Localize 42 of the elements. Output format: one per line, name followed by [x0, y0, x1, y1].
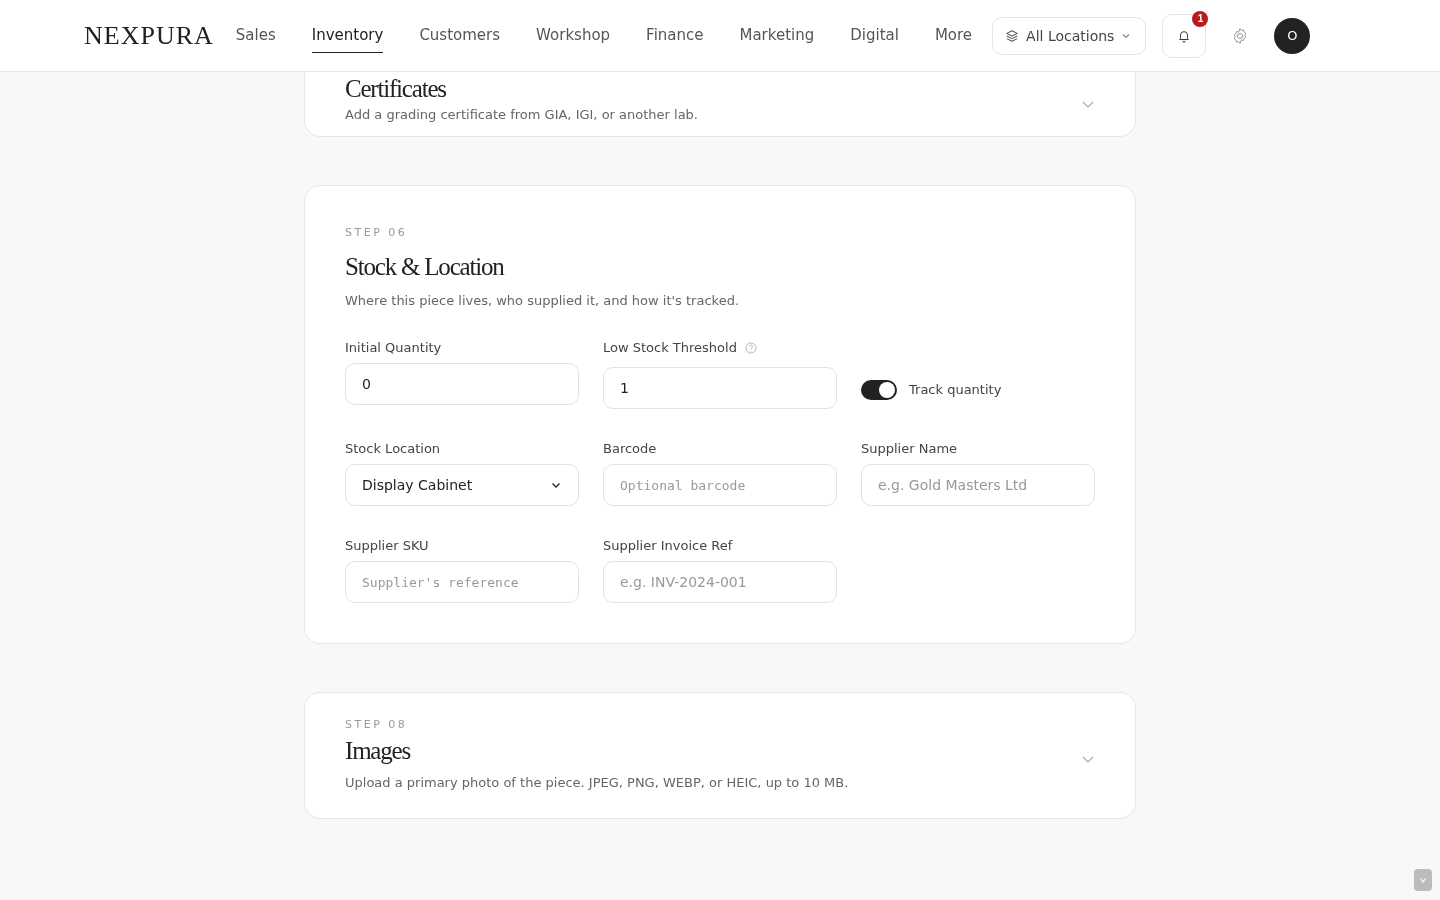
toggle-label: Track quantity — [909, 382, 1002, 397]
nav-tab[interactable]: Marketing — [739, 18, 815, 53]
nav-tab[interactable]: More — [934, 18, 973, 53]
field-label: Low Stock Threshold — [603, 340, 737, 355]
section-description: Add a grading certificate from GIA, IGI, or another lab. — [345, 107, 698, 122]
layers-icon — [1005, 28, 1020, 43]
field-label: Supplier Name — [861, 441, 958, 456]
location-select[interactable]: All Locations — [992, 16, 1147, 55]
input-field[interactable]: Supplier's reference — [345, 561, 579, 603]
field-label: Supplier SKU — [345, 538, 429, 553]
notification-badge: 1 — [1192, 10, 1209, 27]
nav-tab[interactable]: Sales — [235, 18, 276, 53]
nav-tab[interactable]: Customers — [419, 18, 501, 53]
notifications-button[interactable]: 1 — [1162, 13, 1207, 58]
logo[interactable]: NEXPURA — [84, 20, 214, 51]
input-field[interactable]: Optional barcode — [603, 464, 837, 506]
section-title: Images — [345, 737, 412, 765]
scroll-down-button[interactable] — [1414, 869, 1432, 891]
input-field[interactable]: e.g. Gold Masters Ltd — [861, 464, 1095, 506]
input-field[interactable]: 1 — [603, 367, 837, 409]
location-select-field[interactable]: Display Cabinet — [345, 464, 579, 506]
field-label: Supplier Invoice Ref — [603, 538, 733, 553]
bell-icon — [1177, 28, 1192, 43]
section-description: Upload a primary photo of the piece. JPEG, PNG, WEBP, or HEIC, up to 10 MB. — [345, 775, 849, 790]
chevron-down-icon — [1419, 876, 1427, 884]
section-title: Stock & Location — [345, 253, 506, 281]
toggle-switch[interactable] — [861, 379, 897, 400]
nav-tab[interactable]: Finance — [646, 18, 704, 53]
step-label: STEP 08 — [345, 718, 409, 731]
nav-tab[interactable]: Workshop — [536, 18, 611, 53]
step-label: STEP 06 — [345, 226, 409, 239]
field-label: Barcode — [603, 441, 657, 456]
field-label: Initial Quantity — [345, 340, 442, 355]
input-field[interactable]: 0 — [345, 363, 579, 405]
nav-tab[interactable]: Digital — [850, 18, 899, 53]
section-description: Where this piece lives, who supplied it, and how it's tracked. — [345, 293, 740, 308]
input-field[interactable]: e.g. INV-2024-001 — [603, 561, 837, 603]
section-title: Certificates — [345, 75, 447, 103]
help-icon[interactable] — [744, 341, 757, 354]
field-label: Stock Location — [345, 441, 441, 456]
user-avatar[interactable]: O — [1274, 17, 1311, 54]
nav-tab[interactable]: Inventory — [311, 18, 384, 53]
